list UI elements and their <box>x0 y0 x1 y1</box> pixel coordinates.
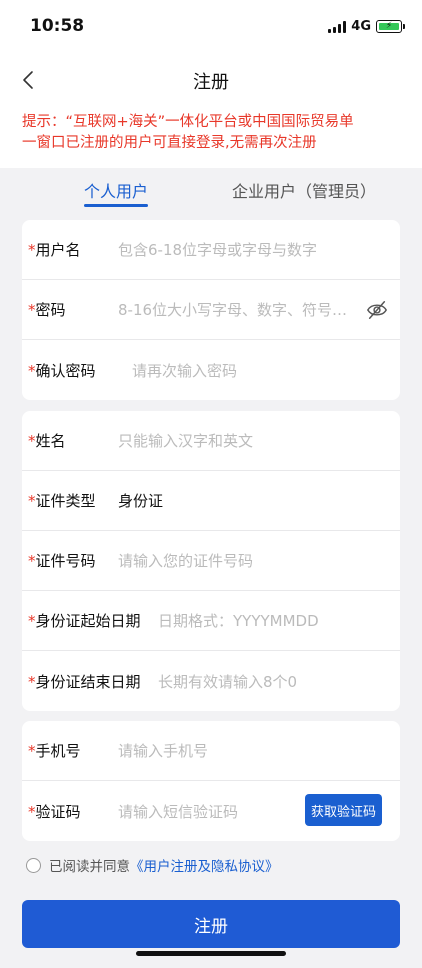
home-indicator <box>136 951 286 956</box>
status-bar: 10:58 4G ⚡ <box>0 0 422 56</box>
username-row: *用户名 包含6-18位字母或字母与数字 <box>22 220 400 280</box>
id-type-row: *证件类型 身份证 <box>22 471 400 531</box>
id-type-select[interactable]: 身份证 <box>118 490 163 511</box>
agreement-text: 已阅读并同意 <box>49 859 130 875</box>
username-input[interactable]: 包含6-18位字母或字母与数字 <box>118 239 317 260</box>
notice-line-1: 提示：“互联网+海关”一体化平台或中国国际贸易单 <box>22 114 354 130</box>
name-row: *姓名 只能输入汉字和英文 <box>22 411 400 471</box>
contact-card: *手机号 请输入手机号 *验证码 请输入短信验证码 获取验证码 <box>22 721 400 841</box>
confirm-password-input[interactable]: 请再次输入密码 <box>132 360 237 381</box>
name-input[interactable]: 只能输入汉字和英文 <box>118 430 253 451</box>
password-input[interactable]: 8-16位大小写字母、数字、符号… <box>118 299 347 320</box>
sms-code-label: *验证码 <box>28 802 81 821</box>
username-label: *用户名 <box>28 241 81 259</box>
password-row: *密码 8-16位大小写字母、数字、符号… <box>22 280 400 340</box>
account-card: *用户名 包含6-18位字母或字母与数字 *密码 8-16位大小写字母、数字、符… <box>22 220 400 400</box>
sms-code-row: *验证码 请输入短信验证码 获取验证码 <box>22 781 400 841</box>
register-button[interactable]: 注册 <box>22 900 400 948</box>
status-indicators: 4G ⚡ <box>328 19 405 34</box>
tab-personal[interactable]: 个人用户 <box>84 178 148 202</box>
id-number-label: *证件号码 <box>28 552 96 570</box>
status-time: 10:58 <box>30 16 85 36</box>
end-date-row: *身份证结束日期 长期有效请输入8个0 <box>22 651 400 711</box>
identity-card: *姓名 只能输入汉字和英文 *证件类型 身份证 *证件号码 请输入您的证件号码 … <box>22 411 400 711</box>
sms-code-input[interactable]: 请输入短信验证码 <box>118 801 238 822</box>
confirm-password-label: *确认密码 <box>28 361 96 380</box>
battery-charging-icon: ⚡ <box>376 20 405 33</box>
phone-row: *手机号 请输入手机号 <box>22 721 400 781</box>
phone-label: *手机号 <box>28 742 81 760</box>
name-label: *姓名 <box>28 432 66 450</box>
start-date-input[interactable]: 日期格式：YYYYMMDD <box>158 610 319 631</box>
end-date-input[interactable]: 长期有效请输入8个0 <box>158 671 297 692</box>
eye-off-icon[interactable] <box>366 299 388 321</box>
user-type-tabs: 个人用户 企业用户（管理员） <box>0 168 422 216</box>
agreement-link[interactable]: 《用户注册及隐私协议》 <box>130 855 279 875</box>
tab-enterprise[interactable]: 企业用户（管理员） <box>232 178 376 202</box>
confirm-password-row: *确认密码 请再次输入密码 <box>22 340 400 400</box>
id-type-label: *证件类型 <box>28 492 96 510</box>
id-number-input[interactable]: 请输入您的证件号码 <box>118 550 253 571</box>
registration-notice: 提示：“互联网+海关”一体化平台或中国国际贸易单 一窗口已注册的用户可直接登录,… <box>0 104 422 168</box>
nav-bar: 注册 <box>0 56 422 104</box>
notice-line-2: 一窗口已注册的用户可直接登录,无需再次注册 <box>22 135 317 151</box>
active-tab-indicator <box>84 204 148 207</box>
phone-input[interactable]: 请输入手机号 <box>118 740 208 761</box>
get-code-button[interactable]: 获取验证码 <box>304 794 382 826</box>
start-date-label: *身份证起始日期 <box>28 612 141 630</box>
page-title: 注册 <box>193 72 229 93</box>
agreement-radio[interactable] <box>26 857 41 873</box>
agreement-row: 已阅读并同意 《用户注册及隐私协议》 <box>26 855 279 875</box>
signal-icon <box>328 20 347 33</box>
password-label: *密码 <box>28 301 66 319</box>
end-date-label: *身份证结束日期 <box>28 672 141 691</box>
id-number-row: *证件号码 请输入您的证件号码 <box>22 531 400 591</box>
start-date-row: *身份证起始日期 日期格式：YYYYMMDD <box>22 591 400 651</box>
network-type: 4G <box>351 19 371 34</box>
